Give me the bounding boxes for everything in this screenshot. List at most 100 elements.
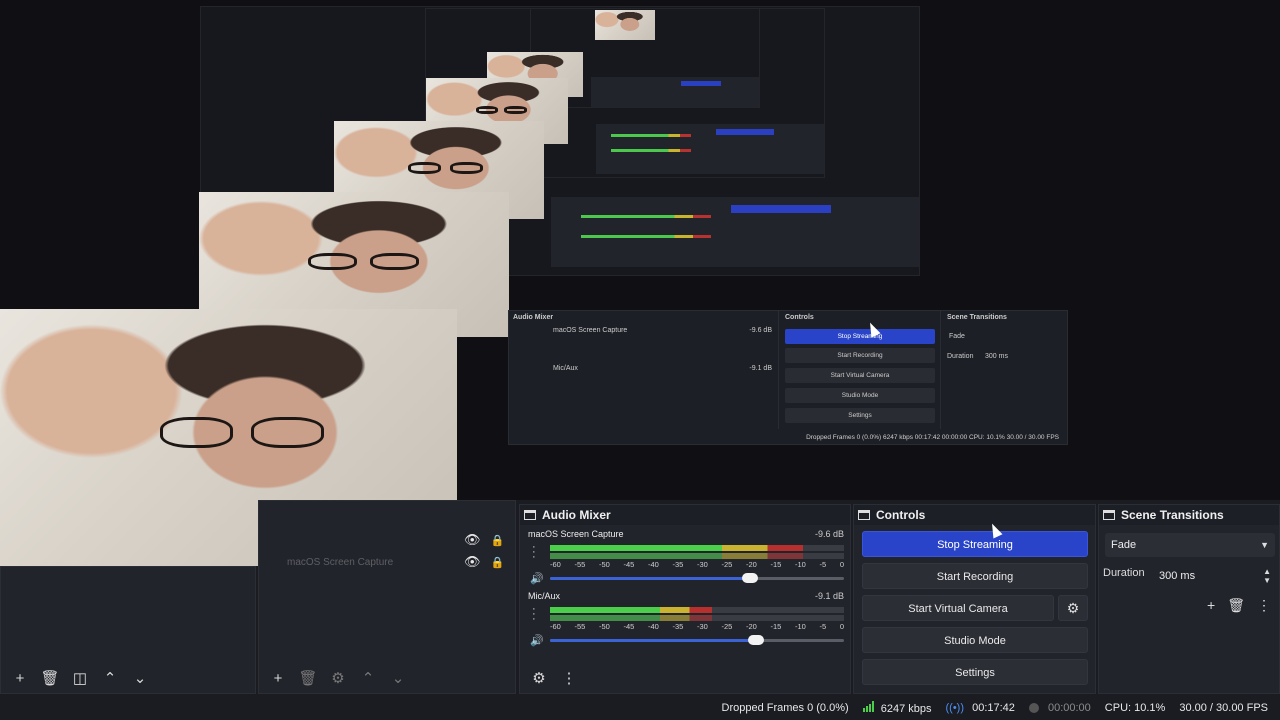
meter-tick-label: -50 — [599, 622, 610, 631]
remove-transition-trash-icon[interactable]: 🗑 — [1227, 597, 1245, 614]
controls-title: Controls — [876, 508, 926, 522]
meter-scale: -60 -55 -50 -45 -40 -35 -30 -25 -20 -15 -10 -5 0 — [550, 622, 844, 632]
signal-bars-icon — [862, 701, 874, 712]
source-row-1-controls: 👁 🔒 — [464, 530, 512, 550]
meter-tick-label: -25 — [721, 622, 733, 631]
meter-tick-label: -20 — [746, 622, 757, 631]
lock-icon[interactable]: 🔒 — [491, 556, 505, 569]
add-source-icon[interactable]: + — [265, 665, 291, 691]
nested-audio-mixer: Audio Mixer macOS Screen Capture -9.6 dB… — [509, 311, 779, 429]
start-virtual-camera-button[interactable]: Start Virtual Camera — [862, 595, 1054, 621]
nested-transitions: Scene Transitions Fade Duration 300 ms — [943, 311, 1069, 429]
source-item-partial[interactable]: macOS Screen Capture — [287, 557, 393, 568]
track-meter-a — [550, 607, 844, 613]
track-meter-b — [550, 615, 844, 621]
start-recording-button[interactable]: Start Recording — [862, 563, 1088, 589]
nested-studio-mode: Studio Mode — [785, 388, 935, 403]
streaming-broadcast-icon: ((•)) — [945, 702, 965, 714]
add-scene-icon[interactable]: + — [7, 665, 33, 691]
nested-source-1: macOS Screen Capture — [553, 327, 628, 334]
program-preview: Audio Mixer macOS Screen Capture -9.6 dB… — [0, 0, 1280, 566]
audio-mixer-toolbar: ⚙ ⋮ — [520, 663, 850, 693]
meter-tick-label: -40 — [648, 560, 659, 569]
volume-slider[interactable] — [550, 639, 756, 642]
cpu-usage: CPU: 10.1% — [1104, 702, 1166, 714]
track-db: -9.6 dB — [814, 529, 844, 539]
record-time: 00:00:00 — [1047, 702, 1091, 714]
webcam-frame-tiny — [595, 10, 655, 40]
audio-mixer-title: Audio Mixer — [542, 508, 611, 522]
remove-source-trash-icon[interactable]: 🗑 — [295, 665, 321, 691]
volume-slider[interactable] — [550, 577, 750, 580]
visibility-eye-icon[interactable]: 👁 — [464, 554, 481, 570]
speaker-icon[interactable]: 🔊 — [530, 572, 544, 585]
status-bar: Dropped Frames 0 (0.0%) 6247 kbps ((•)) … — [0, 696, 1280, 720]
record-dot-icon — [1028, 703, 1039, 714]
source-properties-gear-icon[interactable]: ⚙ — [325, 665, 351, 691]
track-menu-kebab-icon[interactable]: · · · — [532, 542, 540, 563]
volume-slider-handle[interactable] — [748, 635, 764, 645]
lock-icon[interactable]: 🔒 — [491, 534, 505, 547]
stop-streaming-button[interactable]: Stop Streaming — [862, 531, 1088, 557]
meter-tick-label: -10 — [795, 560, 806, 569]
source-row-2-controls: 👁 🔒 — [464, 552, 512, 572]
meter-tick-label: -5 — [819, 622, 827, 631]
move-scene-down-icon[interactable]: ⌄ — [127, 665, 153, 691]
stream-time-indicator: ((•)) 00:17:42 — [946, 702, 1015, 714]
move-source-down-icon[interactable]: ⌄ — [385, 665, 411, 691]
track-name: Mic/Aux — [528, 591, 561, 601]
duration-label: Duration — [1103, 567, 1145, 579]
meter-scale: -60 -55 -50 -45 -40 -35 -30 -25 -20 -15 -10 -5 0 — [550, 560, 844, 570]
meter-tick-label: -60 — [550, 622, 561, 631]
meter-tick-label: 0 — [839, 622, 844, 631]
audio-mixer-header: Audio Mixer — [520, 505, 850, 525]
nested-source-2-db: -9.1 dB — [749, 365, 772, 372]
scene-filters-icon[interactable]: ◫ — [67, 665, 93, 691]
chevron-down-icon: ▼ — [1260, 540, 1269, 550]
track-db: -9.1 dB — [814, 591, 844, 601]
spin-arrows-icon[interactable]: ▲ ▼ — [1263, 567, 1271, 585]
fps-readout: 30.00 / 30.00 FPS — [1179, 702, 1268, 714]
meter-tick-label: -10 — [795, 622, 806, 631]
bitrate-value: 6247 kbps — [880, 703, 932, 715]
visibility-eye-icon[interactable]: 👁 — [464, 532, 481, 548]
studio-mode-button[interactable]: Studio Mode — [862, 627, 1088, 653]
nested-start-virtual-camera: Start Virtual Camera — [785, 368, 935, 383]
duration-spinbox[interactable]: 300 ms ▲ ▼ — [1155, 565, 1275, 587]
mixer-track-screen-capture: macOS Screen Capture -9.6 dB · · · -60 -55 -… — [528, 529, 846, 585]
move-source-up-icon[interactable]: ⌃ — [355, 665, 381, 691]
nested-status: Dropped Frames 0 (0.0%) 6247 kbps 00:17:… — [806, 434, 1059, 441]
meter-tick-label: -25 — [721, 560, 733, 569]
meter-tick-label: -40 — [648, 622, 659, 631]
transition-menu-kebab-icon[interactable]: ⋮ — [1257, 597, 1271, 614]
virtual-camera-settings-gear-icon[interactable]: ⚙ — [1058, 595, 1088, 621]
meter-tick-label: -30 — [697, 622, 708, 631]
add-transition-icon[interactable]: + — [1207, 597, 1215, 614]
nested-settings: Settings — [785, 408, 935, 423]
transition-select[interactable]: Fade ▼ — [1105, 533, 1275, 557]
advanced-audio-gear-icon[interactable]: ⚙ — [526, 665, 552, 691]
track-meter-b — [550, 553, 844, 559]
mixer-track-mic-aux: Mic/Aux -9.1 dB · · · -60 -55 -50 -45 -40 -35 -3… — [528, 591, 846, 647]
dock-window-icon[interactable] — [858, 510, 870, 520]
speaker-icon[interactable]: 🔊 — [530, 634, 544, 647]
dock-window-icon[interactable] — [1103, 510, 1115, 520]
audio-mixer-dock: Audio Mixer macOS Screen Capture -9.6 dB… — [519, 504, 851, 694]
dock-window-icon[interactable] — [524, 510, 536, 520]
mixer-menu-kebab-icon[interactable]: ⋮ — [556, 665, 582, 691]
scene-transitions-dock: Scene Transitions Fade ▼ Duration 300 ms… — [1098, 504, 1280, 694]
meter-tick-label: -15 — [770, 622, 782, 631]
scenes-toolbar: + 🗑 ◫ ⌃ ⌄ — [1, 663, 255, 693]
remove-scene-trash-icon[interactable]: 🗑 — [37, 665, 63, 691]
volume-slider-handle[interactable] — [742, 573, 758, 583]
nested-stop-streaming: Stop Streaming — [785, 329, 935, 344]
track-meter-a — [550, 545, 844, 551]
track-menu-kebab-icon[interactable]: · · · — [532, 604, 540, 625]
move-scene-up-icon[interactable]: ⌃ — [97, 665, 123, 691]
stream-time: 00:17:42 — [972, 702, 1015, 714]
nested-duration-value: 300 ms — [985, 353, 1008, 360]
settings-button[interactable]: Settings — [862, 659, 1088, 685]
meter-tick-label: -50 — [599, 560, 610, 569]
meter-tick-label: -55 — [574, 622, 586, 631]
meter-tick-label: -35 — [672, 560, 684, 569]
